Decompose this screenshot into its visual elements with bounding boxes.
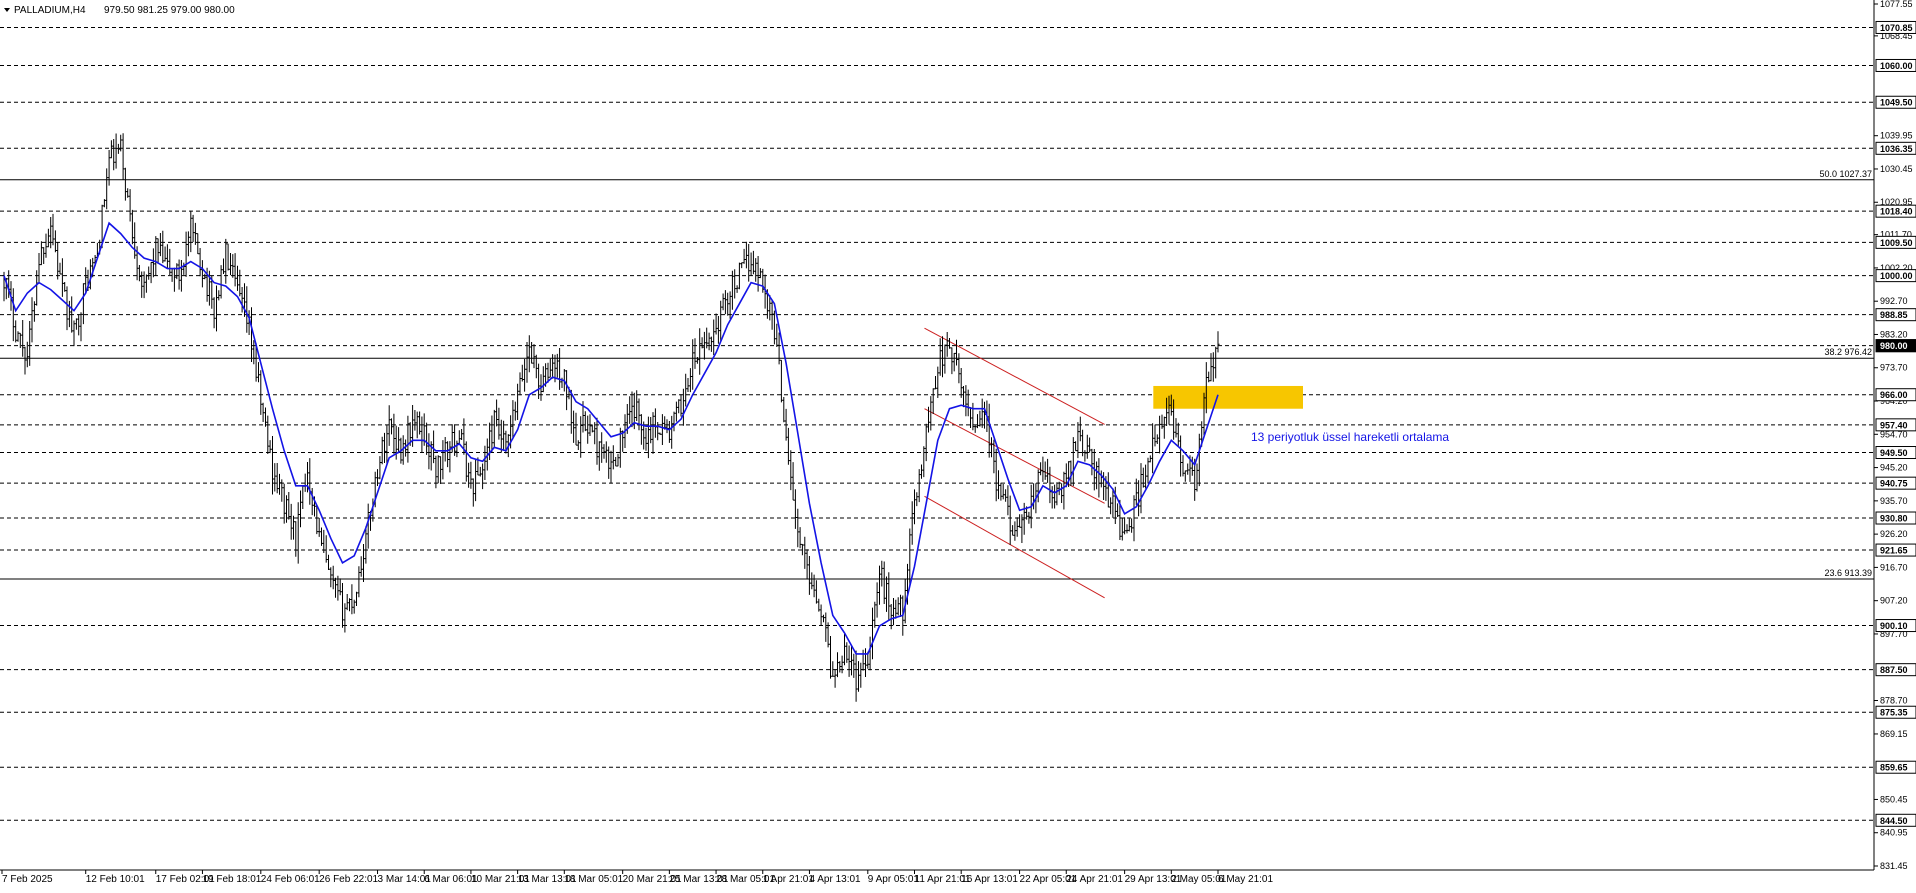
x-tick-label-20: 24 Apr 21:01: [1066, 874, 1123, 885]
y-tick-label-13: 935.70: [1880, 496, 1908, 506]
level-label-9: 966.00: [1880, 390, 1908, 400]
level-label-18: 859.65: [1880, 763, 1908, 773]
x-tick-label-5: 26 Feb 22:01: [319, 874, 378, 885]
fib-label-1: 38.2 976.42: [1824, 347, 1872, 357]
ohlc-values: 979.50 981.25 979.00 980.00: [104, 5, 235, 16]
level-label-17: 875.35: [1880, 708, 1908, 718]
fib-label-2: 23.6 913.39: [1824, 568, 1872, 578]
x-tick-label-4: 24 Feb 06:01: [261, 874, 320, 885]
x-tick-label-3: 19 Feb 18:01: [202, 874, 261, 885]
y-tick-label-14: 926.20: [1880, 529, 1908, 539]
chart-header: PALLADIUM,H4 979.50 981.25 979.00 980.00: [4, 5, 235, 16]
level-label-1: 1060.00: [1880, 61, 1913, 71]
y-tick-label-15: 916.70: [1880, 562, 1908, 572]
level-label-12: 940.75: [1880, 479, 1908, 489]
y-tick-label-18: 878.70: [1880, 696, 1908, 706]
x-tick-label-23: 6 May 21:01: [1218, 874, 1273, 885]
y-tick-label-12: 945.20: [1880, 463, 1908, 473]
x-tick-label-18: 16 Apr 13:01: [961, 874, 1018, 885]
y-tick-label-16: 907.20: [1880, 596, 1908, 606]
level-label-14: 921.65: [1880, 546, 1908, 556]
y-tick-label-20: 850.45: [1880, 794, 1908, 804]
chart-background: [0, 0, 1916, 888]
y-tick-label-3: 1030.45: [1880, 164, 1913, 174]
level-label-5: 1009.50: [1880, 238, 1913, 248]
y-tick-label-2: 1039.95: [1880, 131, 1913, 141]
price-chart[interactable]: 50.0 1027.37 38.2 976.42 23.6 913.39 1077.…: [0, 0, 1916, 888]
y-tick-label-7: 992.70: [1880, 296, 1908, 306]
level-label-11: 949.50: [1880, 448, 1908, 458]
fib-label-0: 50.0 1027.37: [1819, 169, 1872, 179]
x-tick-label-15: 4 Apr 13:01: [809, 874, 861, 885]
current-price-label: 980.00: [1880, 341, 1908, 351]
level-label-16: 887.50: [1880, 665, 1908, 675]
ema-annotation: 13 periyotluk üssel hareketli ortalama: [1251, 430, 1449, 444]
level-label-7: 988.85: [1880, 310, 1908, 320]
y-tick-label-19: 869.15: [1880, 729, 1908, 739]
y-tick-label-8: 983.20: [1880, 329, 1908, 339]
level-label-6: 1000.00: [1880, 271, 1913, 281]
zone-rect[interactable]: [1153, 385, 1303, 409]
y-tick-label-0: 1077.55: [1880, 0, 1913, 9]
level-label-10: 957.40: [1880, 420, 1908, 430]
x-tick-label-10: 18 Mar 05:01: [564, 874, 623, 885]
x-tick-label-0: 7 Feb 2025: [2, 874, 53, 885]
chart-window: 50.0 1027.37 38.2 976.42 23.6 913.39 1077.…: [0, 0, 1916, 888]
x-tick-label-1: 12 Feb 10:01: [86, 874, 145, 885]
level-label-0: 1070.85: [1880, 23, 1913, 33]
level-label-19: 844.50: [1880, 816, 1908, 826]
level-label-13: 930.80: [1880, 514, 1908, 524]
level-label-2: 1049.50: [1880, 98, 1913, 108]
x-tick-label-16: 9 Apr 05:01: [868, 874, 920, 885]
level-label-3: 1036.35: [1880, 144, 1913, 154]
level-label-4: 1018.40: [1880, 207, 1913, 217]
y-tick-label-21: 840.95: [1880, 828, 1908, 838]
y-tick-label-9: 973.70: [1880, 363, 1908, 373]
level-label-15: 900.10: [1880, 621, 1908, 631]
x-tick-label-14: 1 Apr 21:01: [763, 874, 815, 885]
symbol-label: PALLADIUM,H4: [14, 5, 86, 16]
resistance-zone[interactable]: [1153, 385, 1303, 409]
y-tick-label-22: 831.45: [1880, 861, 1908, 871]
